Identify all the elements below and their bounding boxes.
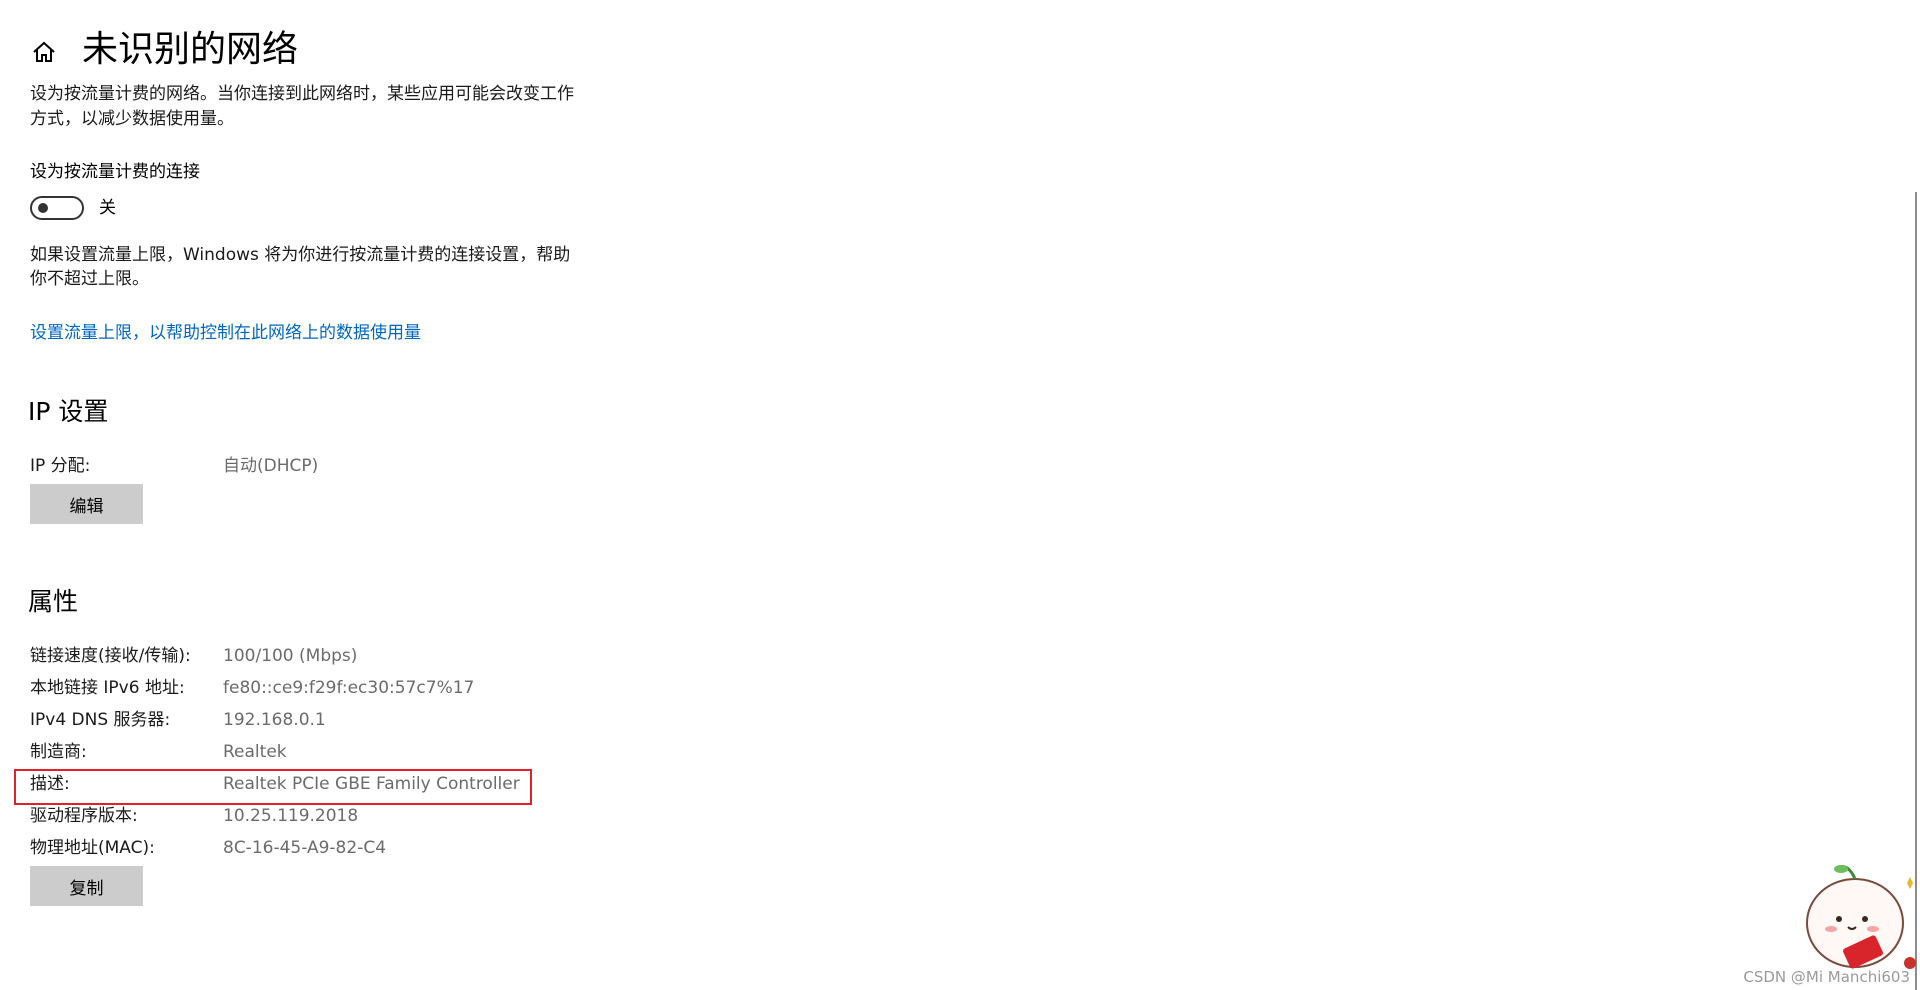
prop-value-dns: 192.168.0.1 (223, 710, 326, 730)
prop-value-manufacturer: Realtek (223, 742, 287, 762)
home-icon[interactable] (30, 38, 58, 66)
metered-toggle-label: 设为按流量计费的连接 (30, 162, 200, 182)
ip-assignment-value: 自动(DHCP) (223, 456, 319, 476)
page-title: 未识别的网络 (82, 29, 299, 70)
metered-toggle-state: 关 (99, 198, 116, 218)
limit-note-line2: 你不超过上限。 (30, 269, 149, 289)
data-limit-link[interactable]: 设置流量上限，以帮助控制在此网络上的数据使用量 (30, 321, 421, 345)
prop-label-mac: 物理地址(MAC): (30, 838, 155, 858)
description-highlight-box (14, 769, 532, 805)
prop-value-ipv6: fe80::ce9:f29f:ec30:57c7%17 (223, 678, 475, 698)
copy-button[interactable]: 复制 (30, 866, 143, 906)
toggle-knob (38, 203, 48, 213)
ip-settings-title: IP 设置 (28, 397, 109, 426)
ip-assignment-label: IP 分配: (30, 456, 91, 476)
prop-label-dns: IPv4 DNS 服务器: (30, 710, 171, 730)
properties-title: 属性 (28, 587, 79, 616)
prop-value-driver-version: 10.25.119.2018 (223, 806, 359, 826)
settings-page: 未识别的网络 设为按流量计费的网络。当你连接到此网络时，某些应用可能会改变工作 … (0, 0, 1920, 990)
prop-label-manufacturer: 制造商: (30, 742, 87, 762)
mascot-sticker (1785, 845, 1920, 980)
prop-label-link-speed: 链接速度(接收/传输): (30, 646, 191, 666)
limit-note-line1: 如果设置流量上限，Windows 将为你进行按流量计费的连接设置，帮助 (30, 245, 571, 265)
metered-toggle[interactable] (30, 196, 84, 220)
prop-label-ipv6: 本地链接 IPv6 地址: (30, 678, 185, 698)
prop-label-driver-version: 驱动程序版本: (30, 806, 138, 826)
csdn-watermark: CSDN @Mi Manchi603 (1743, 968, 1910, 986)
prop-value-link-speed: 100/100 (Mbps) (223, 646, 358, 666)
edit-button[interactable]: 编辑 (30, 484, 143, 524)
metered-description-line1: 设为按流量计费的网络。当你连接到此网络时，某些应用可能会改变工作 (30, 84, 574, 104)
metered-description-line2: 方式，以减少数据使用量。 (30, 109, 234, 129)
prop-value-mac: 8C-16-45-A9-82-C4 (223, 838, 387, 858)
